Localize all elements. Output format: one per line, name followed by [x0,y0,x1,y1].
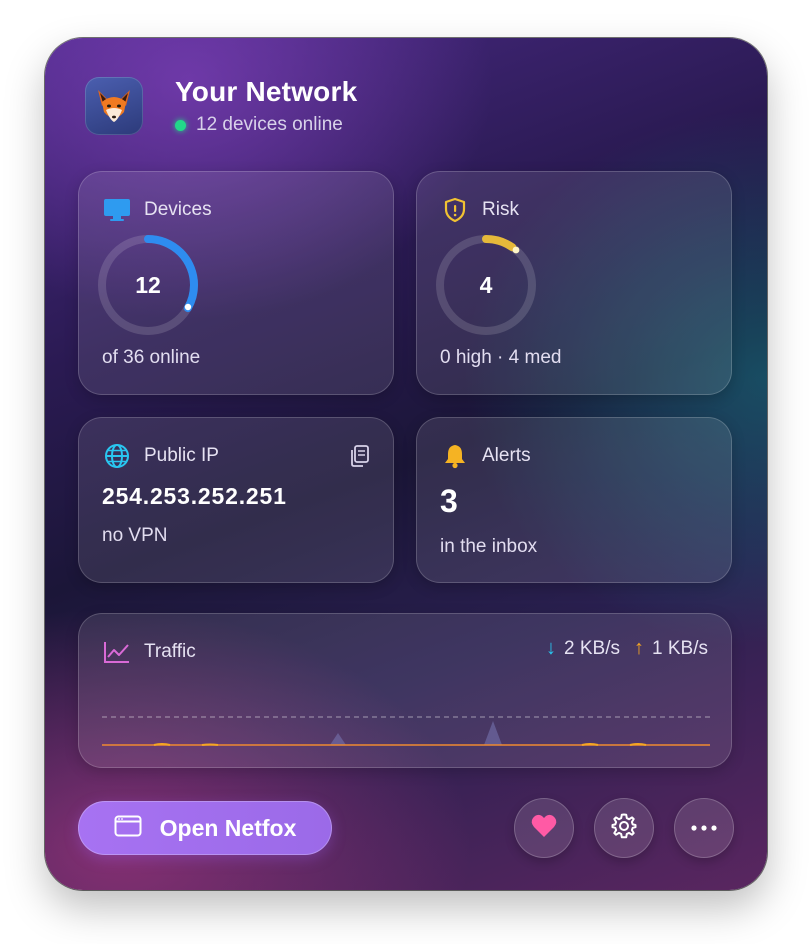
risk-count: 4 [479,271,493,298]
risk-footer: 0 high · 4 med [440,347,562,368]
traffic-label: Traffic [144,641,196,662]
open-netfox-label: Open Netfox [159,814,297,841]
favorite-button[interactable] [514,798,574,858]
window-icon [114,815,142,842]
alerts-card[interactable]: Alerts 3 in the inbox [416,417,732,583]
public-ip-value: 254.253.252.251 [102,483,287,509]
public-ip-card-header: Public IP [102,441,219,471]
shield-alert-icon [440,195,470,225]
devices-card-header: Devices [102,195,212,225]
fox-icon [85,77,143,135]
alerts-card-header: Alerts [440,441,531,471]
monitor-icon [102,195,132,225]
more-icon [690,819,718,837]
upload-rate-value: 1 KB/s [652,637,708,659]
gear-icon [610,812,638,845]
upload-rate: ↑ 1 KB/s [634,637,708,660]
public-ip-card[interactable]: Public IP 254.253.252.251 no VPN [78,417,394,583]
heart-icon [530,813,558,844]
online-status-dot [175,119,186,131]
devices-count: 12 [135,271,161,298]
alerts-count: 3 [440,483,458,519]
more-button[interactable] [674,798,734,858]
globe-icon [102,441,132,471]
traffic-rates: ↓ 2 KB/s ↑ 1 KB/s [532,637,708,660]
traffic-card-header: Traffic [102,637,196,667]
download-rate-value: 2 KB/s [564,637,621,659]
open-netfox-button[interactable]: Open Netfox [78,801,332,855]
traffic-sparkline [102,716,710,746]
status-text: 12 devices online [196,114,343,135]
devices-label: Devices [144,199,212,220]
download-rate: ↓ 2 KB/s [546,637,620,660]
arrow-down-icon: ↓ [546,637,557,659]
network-widget: Your Network 12 devices online Devices 1… [45,38,767,890]
copy-icon[interactable] [344,441,374,471]
traffic-card[interactable]: Traffic ↓ 2 KB/s ↑ 1 KB/s [78,613,732,768]
risk-card[interactable]: Risk 4 0 high · 4 med [416,171,732,395]
status-line: 12 devices online [175,114,357,136]
line-chart-icon [102,637,132,667]
bell-icon [440,441,470,471]
devices-footer: of 36 online [102,347,201,368]
public-ip-label: Public IP [144,445,219,466]
alerts-label: Alerts [482,445,531,466]
arrow-up-icon: ↑ [634,637,645,659]
alerts-footer: in the inbox [440,536,538,557]
risk-card-header: Risk [440,195,519,225]
vpn-status: no VPN [102,525,168,546]
header: Your Network 12 devices online [85,76,357,136]
settings-button[interactable] [594,798,654,858]
devices-card[interactable]: Devices 12 of 36 online [78,171,394,395]
risk-label: Risk [482,199,519,220]
page-title: Your Network [175,76,358,107]
